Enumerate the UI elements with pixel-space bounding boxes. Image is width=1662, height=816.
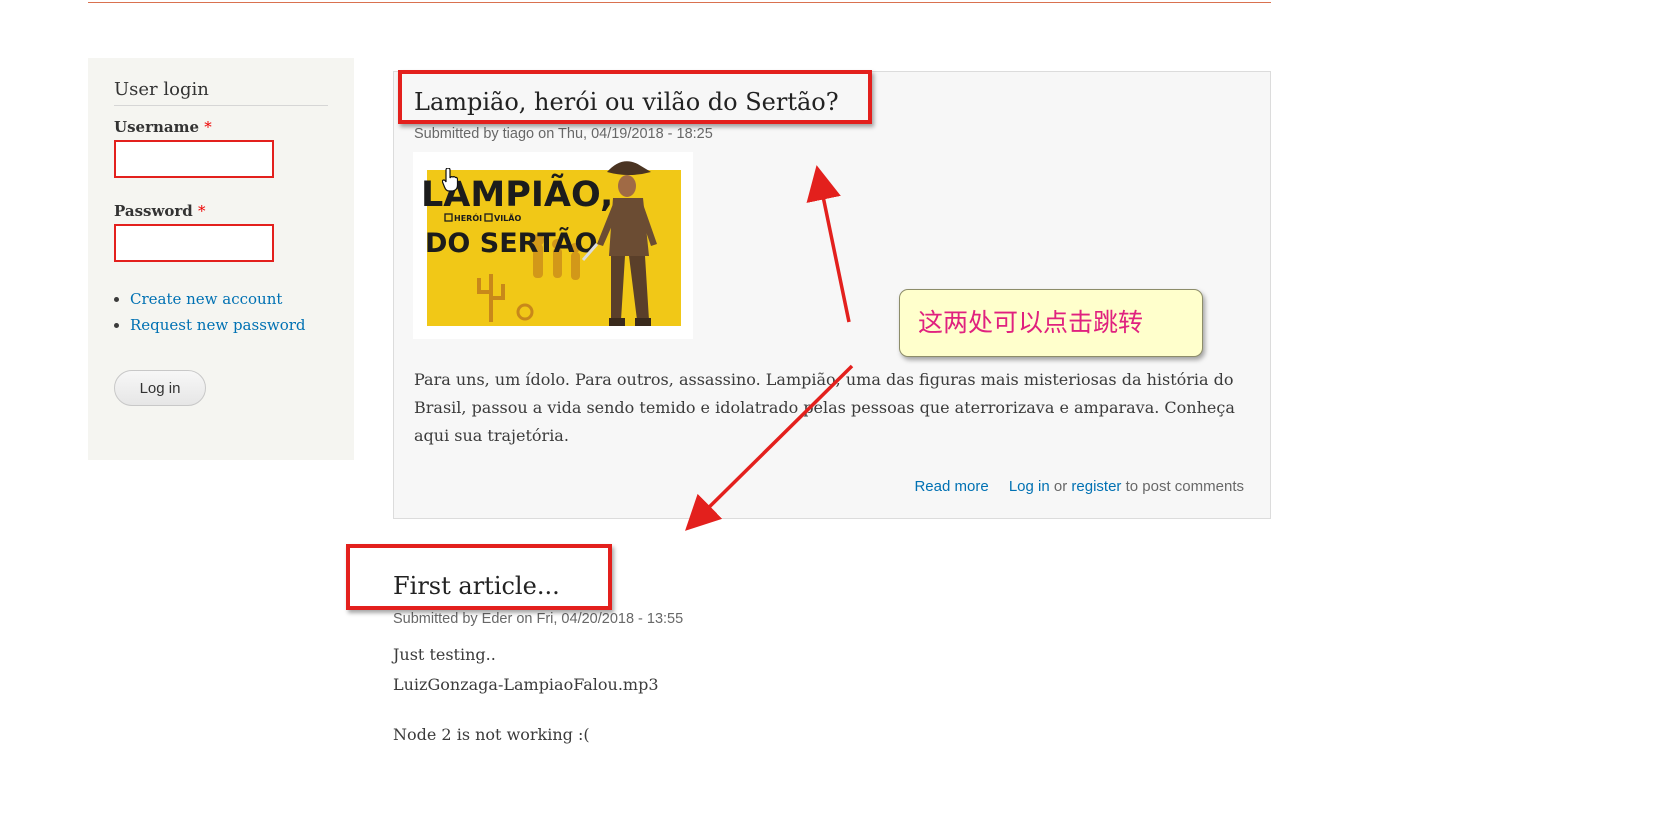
annotation-callout: 这两处可以点击跳转 (899, 289, 1203, 357)
arrow-down-icon (685, 364, 854, 531)
annotation-arrows (685, 165, 854, 531)
hand-cursor-icon (442, 168, 458, 192)
arrow-up-icon (806, 165, 851, 323)
